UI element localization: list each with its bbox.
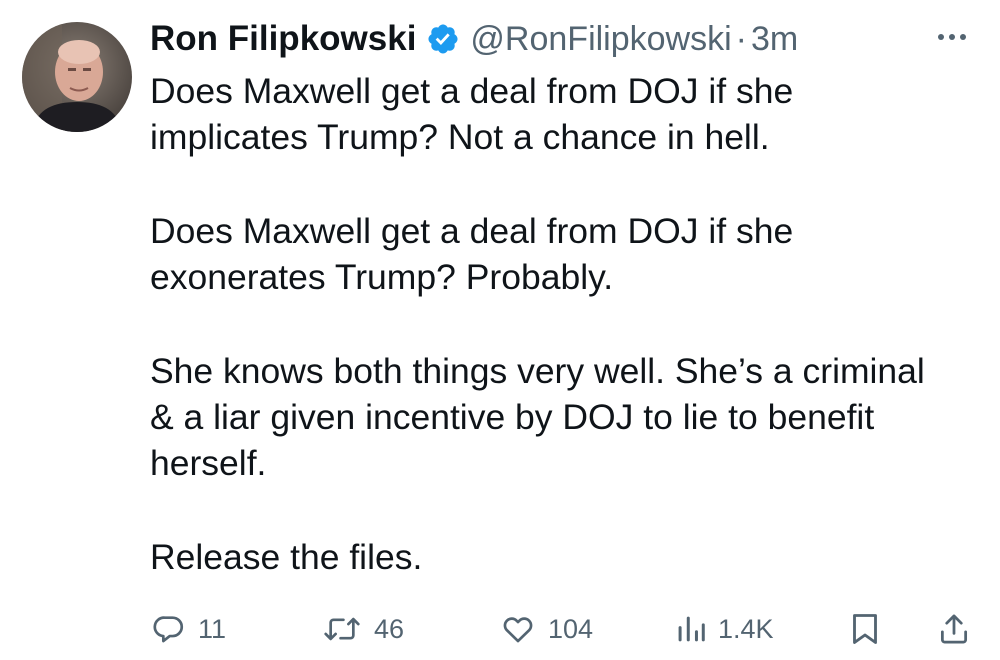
tweet-paragraph: Release the files.: [150, 534, 980, 580]
share-button[interactable]: [938, 604, 970, 654]
profile-photo-icon: [22, 22, 132, 132]
retweet-count: 46: [374, 613, 405, 644]
retweet-icon: [322, 612, 362, 646]
tweet-card: Ron Filipkowski @RonFilipkowski · 3m Doe…: [0, 0, 1000, 660]
author-handle[interactable]: @RonFilipkowski: [470, 20, 731, 59]
separator-dot: ·: [735, 19, 747, 58]
tweet-line: Does Maxwell get a deal from DOJ if she: [150, 71, 794, 111]
author-name[interactable]: Ron Filipkowski: [150, 19, 416, 59]
tweet-header: Ron Filipkowski @RonFilipkowski · 3m: [150, 16, 798, 62]
tweet-line: herself.: [150, 443, 267, 483]
tweet-line: & a liar given incentive by DOJ to lie t…: [150, 397, 875, 437]
tweet-timestamp[interactable]: 3m: [751, 20, 798, 59]
reply-icon: [152, 612, 186, 646]
more-horizontal-icon[interactable]: [932, 22, 972, 52]
bookmark-button[interactable]: [850, 604, 880, 654]
reply-button[interactable]: 11: [152, 604, 226, 654]
retweet-button[interactable]: 46: [322, 604, 404, 654]
share-icon: [938, 611, 970, 647]
reply-count: 11: [198, 613, 227, 644]
bookmark-icon: [850, 611, 880, 647]
like-count: 104: [548, 613, 594, 644]
tweet-paragraph: Does Maxwell get a deal from DOJ if she …: [150, 68, 980, 160]
like-icon: [500, 612, 536, 646]
tweet-paragraph: She knows both things very well. She’s a…: [150, 348, 980, 486]
tweet-line: She knows both things very well. She’s a…: [150, 351, 925, 391]
views-button[interactable]: 1.4K: [676, 604, 774, 654]
views-count: 1.4K: [718, 613, 774, 644]
tweet-line: exonerates Trump? Probably.: [150, 257, 614, 297]
tweet-text: Does Maxwell get a deal from DOJ if she …: [150, 68, 980, 628]
tweet-paragraph: Does Maxwell get a deal from DOJ if she …: [150, 208, 980, 300]
action-bar: 11 46 104 1.4K: [0, 604, 1000, 654]
author-avatar[interactable]: [22, 22, 132, 132]
verified-badge-icon: [426, 22, 460, 56]
like-button[interactable]: 104: [500, 604, 593, 654]
views-icon: [676, 612, 706, 646]
tweet-line: Release the files.: [150, 537, 423, 577]
tweet-line: Does Maxwell get a deal from DOJ if she: [150, 211, 794, 251]
tweet-line: implicates Trump? Not a chance in hell.: [150, 117, 770, 157]
